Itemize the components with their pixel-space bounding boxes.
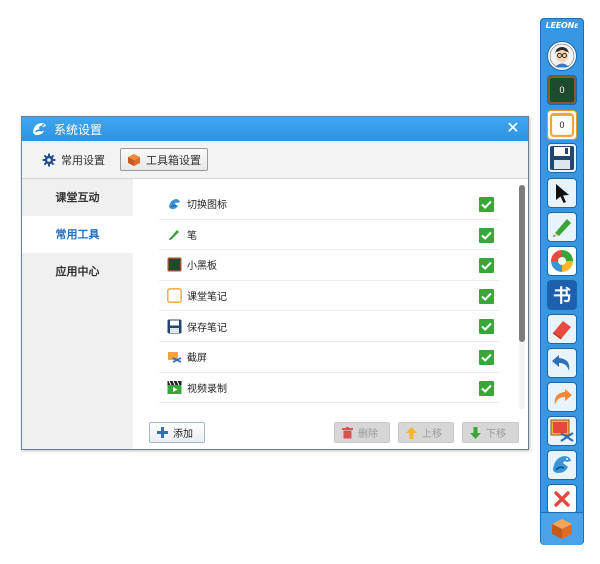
floating-toolbar: LEEONε 0 0 书 [540, 18, 584, 545]
close-icon [554, 491, 570, 507]
eraser-icon [552, 321, 571, 340]
list-item[interactable]: 截屏 [159, 342, 499, 373]
switch-bird-icon [166, 196, 182, 212]
title-bar[interactable]: 系统设置 ✕ [22, 117, 528, 141]
tool-label: 保存笔记 [187, 322, 227, 334]
window-title: 系统设置 [54, 123, 103, 137]
list-item[interactable]: 小黑板 [159, 250, 499, 281]
cube-box-icon [552, 519, 572, 539]
undo-icon [552, 355, 570, 371]
trash-icon [342, 426, 353, 438]
list-scrollbar[interactable] [519, 185, 525, 409]
toolbar-switch-button[interactable] [547, 450, 577, 480]
notepad-icon [166, 288, 182, 304]
switch-bird-icon [553, 456, 571, 473]
pen-icon [553, 219, 571, 237]
enabled-checkbox[interactable] [479, 319, 494, 335]
tab-label: 工具箱设置 [146, 153, 201, 167]
tool-label: 视频录制 [187, 383, 227, 395]
toolbar-chart-button[interactable] [547, 246, 577, 276]
floppy-disk-icon [550, 146, 574, 170]
toolbar-undo-button[interactable] [547, 348, 577, 378]
toolbar-notes-button[interactable]: 0 [547, 110, 577, 140]
close-button[interactable]: ✕ [504, 118, 522, 138]
cursor-arrow-icon [556, 184, 569, 203]
move-up-label: 上移 [422, 429, 442, 440]
add-label: 添加 [173, 429, 193, 440]
floppy-disk-icon [166, 318, 182, 334]
avatar[interactable] [547, 41, 577, 71]
toolbar-redo-button[interactable] [547, 382, 577, 412]
settings-window: 系统设置 ✕ 常用设置 工具箱设置 课堂互动 常用工具 应用中心 切换图标 笔 … [21, 116, 529, 450]
toolbar-screenshot-button[interactable] [547, 416, 577, 446]
arrow-up-icon [406, 426, 417, 439]
move-down-label: 下移 [486, 429, 506, 440]
cube-box-icon [128, 153, 140, 166]
toolbar-blackboard-button[interactable]: 0 [547, 75, 577, 105]
enabled-checkbox[interactable] [479, 380, 494, 396]
screenshot-icon [550, 419, 574, 442]
list-item[interactable]: 视频录制 [159, 373, 499, 404]
list-item[interactable]: 保存笔记 [159, 311, 499, 342]
toolbox-button[interactable] [541, 512, 583, 545]
toolbar-book-button[interactable]: 书 [547, 280, 577, 310]
tool-label: 课堂笔记 [187, 292, 227, 304]
sidebar-item-app-center[interactable]: 应用中心 [22, 253, 133, 290]
enabled-checkbox[interactable] [479, 227, 494, 243]
redo-icon [554, 389, 572, 405]
screenshot-icon [166, 349, 182, 365]
tools-list: 切换图标 笔 小黑板 课堂笔记 保存笔记 截屏 视频录制 [159, 189, 499, 404]
tool-label: 笔 [187, 230, 197, 242]
toolbar-eraser-button[interactable] [547, 314, 577, 344]
delete-label: 删除 [358, 429, 378, 440]
pie-chart-icon [551, 250, 573, 272]
enabled-checkbox[interactable] [479, 349, 494, 365]
enabled-checkbox[interactable] [479, 258, 494, 274]
tool-label: 切换图标 [187, 200, 227, 212]
list-item[interactable]: 笔 [159, 220, 499, 251]
toolbar-save-button[interactable] [547, 143, 577, 173]
sidebar-item-common-tools[interactable]: 常用工具 [22, 216, 133, 253]
settings-sidebar: 课堂互动 常用工具 应用中心 [22, 179, 133, 449]
plus-icon [157, 427, 168, 438]
add-button[interactable]: 添加 [149, 422, 205, 443]
delete-button[interactable]: 删除 [334, 422, 390, 443]
book-icon: 书 [553, 286, 571, 307]
move-down-button[interactable]: 下移 [462, 422, 519, 443]
video-clapper-icon [166, 379, 182, 395]
arrow-down-icon [470, 426, 481, 439]
move-up-button[interactable]: 上移 [398, 422, 454, 443]
svg-text:书: 书 [553, 286, 571, 307]
sidebar-item-classroom-interaction[interactable]: 课堂互动 [22, 179, 133, 216]
gear-icon [42, 153, 56, 166]
tab-label: 常用设置 [61, 153, 105, 167]
avatar-icon [549, 43, 575, 69]
blackboard-icon [166, 257, 182, 273]
pen-icon [166, 226, 182, 242]
bird-logo-icon [33, 123, 46, 135]
scrollbar-thumb[interactable] [519, 185, 525, 342]
tab-toolbox-settings[interactable]: 工具箱设置 [120, 148, 208, 171]
toolbar-select-button[interactable] [547, 178, 577, 208]
tab-bar: 常用设置 工具箱设置 [22, 141, 528, 179]
list-item[interactable]: 课堂笔记 [159, 281, 499, 312]
tool-label: 小黑板 [187, 261, 217, 273]
notes-count: 0 [559, 120, 565, 130]
toolbar-close-button[interactable] [547, 484, 577, 514]
enabled-checkbox[interactable] [479, 197, 494, 212]
brand-logo: LEEONε [545, 21, 579, 30]
toolbar-pen-button[interactable] [547, 212, 577, 242]
blackboard-count: 0 [559, 85, 565, 95]
list-item[interactable]: 切换图标 [159, 189, 499, 220]
enabled-checkbox[interactable] [479, 288, 494, 304]
tool-label: 截屏 [187, 353, 207, 365]
tab-common-settings[interactable]: 常用设置 [36, 148, 111, 171]
tools-panel: 切换图标 笔 小黑板 课堂笔记 保存笔记 截屏 视频录制 添加 删除 上移 下移 [133, 179, 528, 449]
